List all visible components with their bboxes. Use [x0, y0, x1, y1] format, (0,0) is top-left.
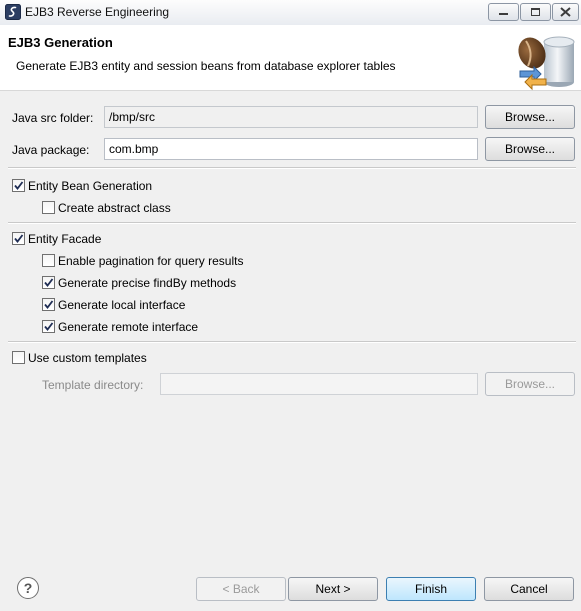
java-src-folder-browse-button[interactable]: Browse... — [485, 105, 575, 129]
wizard-header: EJB3 Generation Generate EJB3 entity and… — [0, 25, 581, 91]
enable-pagination-label[interactable]: Enable pagination for query results — [58, 254, 243, 268]
template-directory-browse-button: Browse... — [485, 372, 575, 396]
check-icon — [44, 278, 54, 287]
close-button[interactable] — [552, 3, 579, 21]
page-description: Generate EJB3 entity and session beans f… — [16, 59, 396, 73]
entity-bean-generation-label[interactable]: Entity Bean Generation — [28, 179, 152, 193]
separator — [8, 341, 576, 343]
generate-remote-interface-label[interactable]: Generate remote interface — [58, 320, 198, 334]
entity-bean-generation-checkbox[interactable] — [12, 179, 25, 192]
minimize-button[interactable] — [488, 3, 519, 21]
entity-facade-checkbox[interactable] — [12, 232, 25, 245]
entity-facade-label[interactable]: Entity Facade — [28, 232, 101, 246]
template-directory-field — [160, 373, 478, 395]
maximize-button[interactable] — [520, 3, 551, 21]
separator — [8, 222, 576, 224]
java-src-folder-field[interactable]: /bmp/src — [104, 106, 478, 128]
page-title: EJB3 Generation — [8, 35, 113, 50]
template-directory-label: Template directory: — [42, 378, 144, 392]
create-abstract-class-label[interactable]: Create abstract class — [58, 201, 171, 215]
close-icon — [560, 7, 571, 17]
generate-precise-findby-checkbox[interactable] — [42, 276, 55, 289]
finish-button[interactable]: Finish — [386, 577, 476, 601]
separator — [8, 167, 576, 169]
generate-remote-interface-checkbox[interactable] — [42, 320, 55, 333]
window-titlebar: EJB3 Reverse Engineering — [0, 0, 581, 26]
minimize-icon — [499, 13, 508, 15]
java-src-folder-label: Java src folder: — [12, 111, 94, 125]
window-title: EJB3 Reverse Engineering — [25, 5, 170, 19]
generate-local-interface-label[interactable]: Generate local interface — [58, 298, 185, 312]
back-button: < Back — [196, 577, 286, 601]
generate-precise-findby-label[interactable]: Generate precise findBy methods — [58, 276, 236, 290]
use-custom-templates-checkbox[interactable] — [12, 351, 25, 364]
java-package-field[interactable]: com.bmp — [104, 138, 478, 160]
enable-pagination-checkbox[interactable] — [42, 254, 55, 267]
next-button[interactable]: Next > — [288, 577, 378, 601]
use-custom-templates-label[interactable]: Use custom templates — [28, 351, 147, 365]
cancel-button[interactable]: Cancel — [484, 577, 574, 601]
app-icon — [5, 4, 21, 20]
help-icon[interactable]: ? — [17, 577, 39, 599]
check-icon — [14, 234, 24, 243]
generate-local-interface-checkbox[interactable] — [42, 298, 55, 311]
check-icon — [44, 300, 54, 309]
check-icon — [44, 322, 54, 331]
create-abstract-class-checkbox[interactable] — [42, 201, 55, 214]
java-package-label: Java package: — [12, 143, 90, 157]
java-package-browse-button[interactable]: Browse... — [485, 137, 575, 161]
check-icon — [14, 181, 24, 190]
database-bean-icon — [518, 36, 575, 91]
maximize-icon — [531, 8, 540, 16]
